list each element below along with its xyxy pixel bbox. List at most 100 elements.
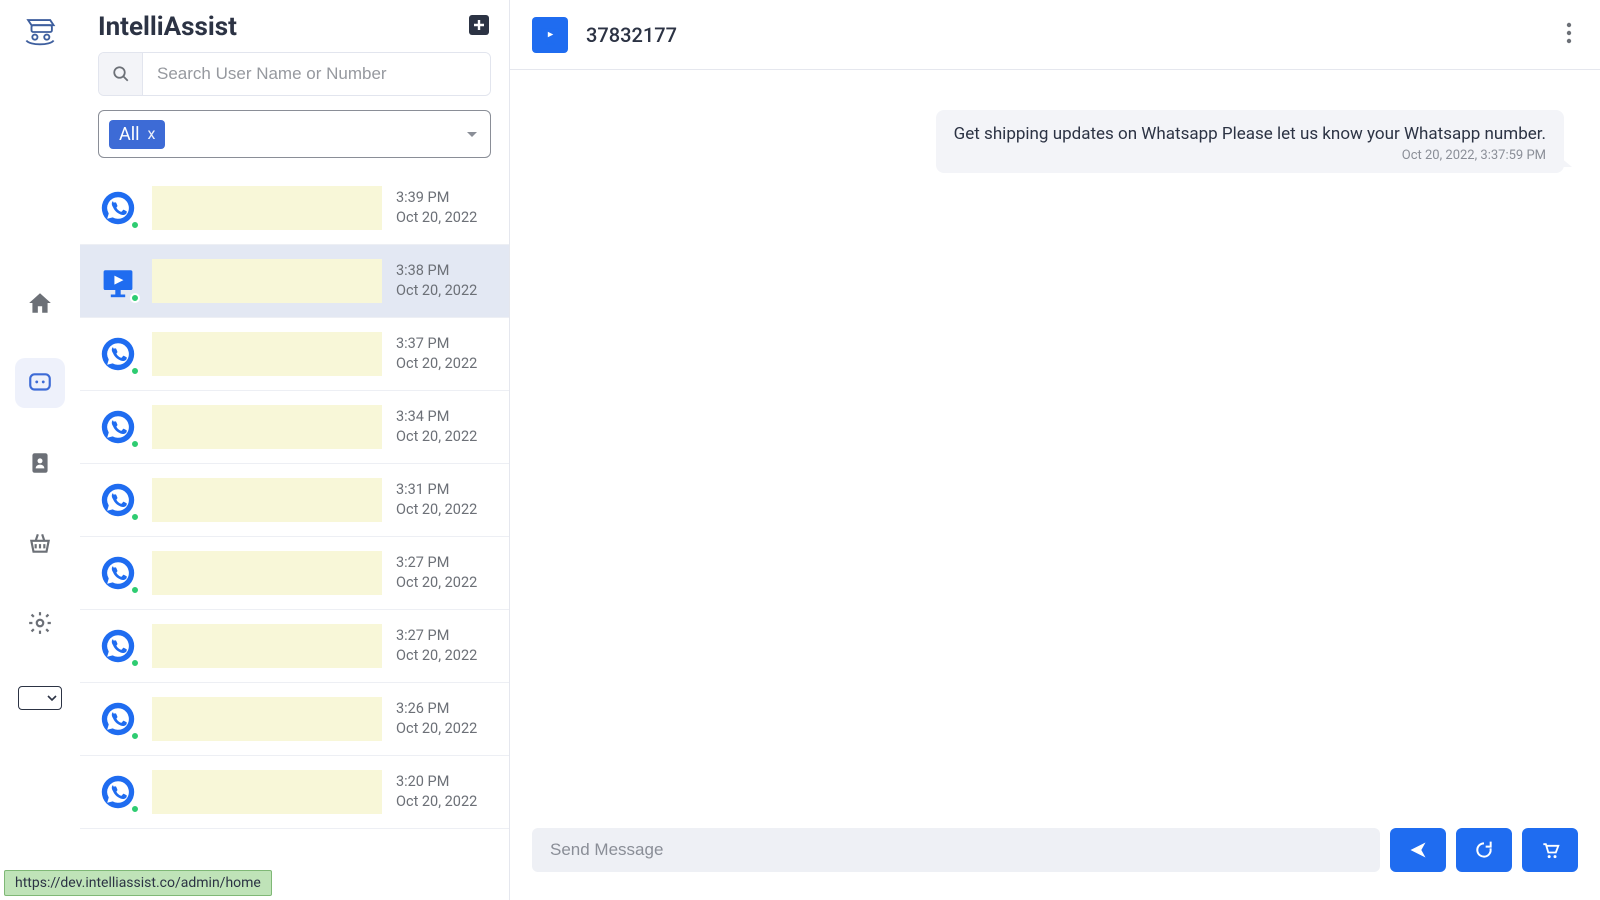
conversation-date: Oct 20, 2022 (396, 354, 491, 374)
message-input[interactable] (532, 828, 1380, 872)
conversation-scroll[interactable]: 3:39 PMOct 20, 20223:38 PMOct 20, 20223:… (80, 172, 509, 900)
conversation-item[interactable]: 3:37 PMOct 20, 2022 (80, 318, 509, 391)
conversation-avatar (98, 626, 138, 666)
conversation-date: Oct 20, 2022 (396, 792, 491, 812)
status-dot (130, 658, 140, 668)
conversation-meta: 3:26 PMOct 20, 2022 (396, 699, 491, 738)
search-icon-box (99, 53, 143, 95)
conversation-name-redacted (152, 478, 382, 522)
conversation-name-redacted (152, 259, 382, 303)
conversation-meta: 3:38 PMOct 20, 2022 (396, 261, 491, 300)
status-dot (130, 439, 140, 449)
conversation-date: Oct 20, 2022 (396, 646, 491, 666)
chat-body: Get shipping updates on Whatsapp Please … (510, 70, 1600, 810)
nav-basket[interactable] (15, 518, 65, 568)
send-button[interactable] (1390, 828, 1446, 872)
contacts-icon (27, 450, 53, 476)
conversation-avatar (98, 553, 138, 593)
conversation-item[interactable]: 3:31 PMOct 20, 2022 (80, 464, 509, 537)
status-dot (130, 366, 140, 376)
conversation-item[interactable]: 3:20 PMOct 20, 2022 (80, 756, 509, 829)
conversation-date: Oct 20, 2022 (396, 719, 491, 739)
chat-menu-button[interactable] (1560, 16, 1578, 54)
conversation-meta: 3:34 PMOct 20, 2022 (396, 407, 491, 446)
chevron-down-icon (464, 126, 480, 142)
conversation-date: Oct 20, 2022 (396, 500, 491, 520)
message-text: Get shipping updates on Whatsapp Please … (954, 124, 1546, 144)
nav-home[interactable] (15, 278, 65, 328)
conversation-time: 3:37 PM (396, 334, 491, 354)
conversation-time: 3:38 PM (396, 261, 491, 281)
conversation-time: 3:26 PM (396, 699, 491, 719)
conversation-time: 3:20 PM (396, 772, 491, 792)
conversation-item[interactable]: 3:27 PMOct 20, 2022 (80, 537, 509, 610)
nav-settings[interactable] (15, 598, 65, 648)
conversation-list-column: IntelliAssist All x 3:39 PMOct 20, 20223… (80, 0, 510, 900)
conversation-time: 3:39 PM (396, 188, 491, 208)
nav-contacts[interactable] (15, 438, 65, 488)
conversation-name-redacted (152, 405, 382, 449)
chat-title: 37832177 (586, 23, 677, 47)
new-conversation-button[interactable] (467, 13, 491, 41)
chat-header: 37832177 (510, 0, 1600, 70)
refresh-button[interactable] (1456, 828, 1512, 872)
cart-icon (1540, 840, 1560, 860)
status-dot (130, 585, 140, 595)
conversation-item[interactable]: 3:26 PMOct 20, 2022 (80, 683, 509, 756)
search-icon (112, 65, 130, 83)
conversation-name-redacted (152, 332, 382, 376)
status-dot (130, 512, 140, 522)
conversation-meta: 3:27 PMOct 20, 2022 (396, 553, 491, 592)
send-icon (1408, 840, 1428, 860)
conversation-avatar (98, 699, 138, 739)
conversation-avatar (98, 407, 138, 447)
filter-select[interactable]: All x (98, 110, 491, 158)
message-timestamp: Oct 20, 2022, 3:37:59 PM (954, 148, 1546, 163)
conversation-avatar (98, 334, 138, 374)
conversation-item[interactable]: 3:39 PMOct 20, 2022 (80, 172, 509, 245)
conversation-date: Oct 20, 2022 (396, 573, 491, 593)
conversation-avatar (98, 261, 138, 301)
status-dot (130, 731, 140, 741)
url-hover-badge: https://dev.intelliassist.co/admin/home (4, 870, 272, 896)
chat-column: 37832177 Get shipping updates on Whatsap… (510, 0, 1600, 900)
conversation-time: 3:27 PM (396, 626, 491, 646)
conversation-meta: 3:37 PMOct 20, 2022 (396, 334, 491, 373)
conversation-name-redacted (152, 770, 382, 814)
search-input[interactable] (143, 53, 490, 95)
conversation-time: 3:31 PM (396, 480, 491, 500)
chat-header-avatar (532, 17, 568, 53)
page-title: IntelliAssist (98, 12, 237, 42)
chat-icon (27, 370, 53, 396)
nav-chat[interactable] (15, 358, 65, 408)
conversation-avatar (98, 772, 138, 812)
refresh-icon (1474, 840, 1494, 860)
conversation-meta: 3:31 PMOct 20, 2022 (396, 480, 491, 519)
basket-icon (27, 530, 53, 556)
home-icon (27, 290, 53, 316)
rail-select[interactable] (18, 686, 62, 710)
conversation-name-redacted (152, 697, 382, 741)
status-dot (130, 804, 140, 814)
conversation-avatar (98, 188, 138, 228)
chat-input-row (510, 810, 1600, 900)
status-dot (130, 293, 140, 303)
app-logo (22, 14, 58, 50)
conversation-name-redacted (152, 551, 382, 595)
conversation-meta: 3:39 PMOct 20, 2022 (396, 188, 491, 227)
nav-rail (0, 0, 80, 900)
conversation-name-redacted (152, 624, 382, 668)
cart-button[interactable] (1522, 828, 1578, 872)
conversation-time: 3:34 PM (396, 407, 491, 427)
filter-chip-all: All x (109, 120, 165, 149)
conversation-item[interactable]: 3:27 PMOct 20, 2022 (80, 610, 509, 683)
conversation-item[interactable]: 3:34 PMOct 20, 2022 (80, 391, 509, 464)
message-outgoing: Get shipping updates on Whatsapp Please … (936, 110, 1564, 173)
status-dot (130, 220, 140, 230)
plus-square-icon (467, 13, 491, 37)
filter-chip-remove[interactable]: x (148, 126, 156, 142)
more-vertical-icon (1566, 22, 1572, 44)
filter-chip-label: All (119, 124, 140, 145)
conversation-item[interactable]: 3:38 PMOct 20, 2022 (80, 245, 509, 318)
conversation-date: Oct 20, 2022 (396, 208, 491, 228)
